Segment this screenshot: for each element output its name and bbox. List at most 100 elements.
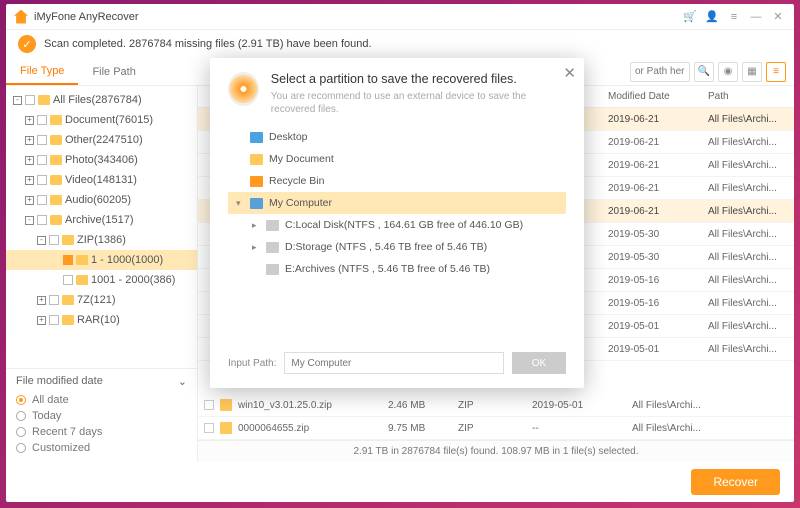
doc-icon — [250, 154, 263, 165]
location-item[interactable]: ▸D:Storage (NTFS , 5.46 TB free of 5.46 … — [228, 236, 566, 258]
chevron-down-icon[interactable]: ⌄ — [178, 375, 187, 388]
app-title: iMyFone AnyRecover — [34, 11, 139, 23]
home-icon[interactable] — [14, 10, 28, 24]
expand-toggle[interactable]: + — [25, 136, 34, 145]
tree-label: Video(148131) — [65, 174, 137, 186]
tab-file-type[interactable]: File Type — [6, 58, 78, 85]
scan-status-text: Scan completed. 2876784 missing files (2… — [44, 38, 372, 50]
radio-icon[interactable] — [16, 395, 26, 405]
list-view-icon[interactable]: ≡ — [766, 62, 786, 82]
checkbox[interactable] — [37, 195, 47, 205]
user-icon[interactable]: 👤 — [704, 9, 720, 25]
location-item[interactable]: E:Archives (NTFS , 5.46 TB free of 5.46 … — [228, 258, 566, 280]
tree-item[interactable]: 1 - 1000(1000) — [6, 250, 197, 270]
checkbox[interactable] — [49, 315, 59, 325]
checkbox[interactable] — [37, 175, 47, 185]
checkbox[interactable] — [37, 115, 47, 125]
desk-icon — [250, 132, 263, 143]
expand-toggle[interactable]: - — [37, 236, 46, 245]
radio-option[interactable]: All date — [16, 392, 187, 408]
radio-option[interactable]: Customized — [16, 440, 187, 456]
preview-icon[interactable]: ◉ — [718, 62, 738, 82]
table-row[interactable]: 0000064655.zip9.75 MBZIP--All Files\Arch… — [198, 417, 794, 440]
zip-icon — [220, 422, 232, 434]
cart-icon[interactable]: 🛒 — [682, 9, 698, 25]
tree-item[interactable]: + Photo(343406) — [6, 150, 197, 170]
expand-toggle[interactable]: - — [13, 96, 22, 105]
folder-icon — [62, 295, 74, 305]
location-item[interactable]: Recycle Bin — [228, 170, 566, 192]
checkbox[interactable] — [204, 423, 214, 433]
expand-toggle[interactable]: + — [37, 296, 46, 305]
menu-icon[interactable]: ≡ — [726, 9, 742, 25]
folder-icon — [62, 235, 74, 245]
location-item[interactable]: My Document — [228, 148, 566, 170]
expand-toggle[interactable]: + — [25, 196, 34, 205]
tree-label: Audio(60205) — [65, 194, 131, 206]
drive-icon — [266, 264, 279, 275]
check-icon: ✓ — [18, 35, 36, 53]
tree-item[interactable]: -ZIP(1386) — [6, 230, 197, 250]
location-list[interactable]: DesktopMy DocumentRecycle Bin▾My Compute… — [228, 126, 566, 344]
minimize-icon[interactable]: — — [748, 9, 764, 25]
input-path-label: Input Path: — [228, 358, 276, 369]
checkbox[interactable] — [49, 235, 59, 245]
col-path[interactable]: Path — [704, 91, 794, 102]
search-input[interactable] — [630, 62, 690, 82]
comp-icon — [250, 198, 263, 209]
tree-item[interactable]: + Video(148131) — [6, 170, 197, 190]
tree-item[interactable]: 1001 - 2000(386) — [6, 270, 197, 290]
search-icon[interactable]: 🔍 — [694, 62, 714, 82]
folder-icon — [50, 195, 62, 205]
tree-item[interactable]: + Audio(60205) — [6, 190, 197, 210]
titlebar: iMyFone AnyRecover 🛒 👤 ≡ — ✕ — [6, 4, 794, 30]
checkbox[interactable] — [37, 135, 47, 145]
expand-toggle[interactable]: + — [25, 176, 34, 185]
checkbox[interactable] — [63, 275, 73, 285]
folder-icon — [62, 315, 74, 325]
radio-option[interactable]: Recent 7 days — [16, 424, 187, 440]
filter-title: File modified date — [16, 375, 103, 388]
expand-toggle[interactable]: + — [25, 116, 34, 125]
folder-icon — [38, 95, 50, 105]
expand-toggle[interactable]: + — [37, 316, 46, 325]
file-tree[interactable]: -All Files(2876784)+Document(76015)+Othe… — [6, 86, 197, 368]
location-item[interactable]: ▾My Computer — [228, 192, 566, 214]
table-row[interactable]: win10_v3.01.25.0.zip2.46 MBZIP2019-05-01… — [198, 394, 794, 417]
recover-button[interactable]: Recover — [691, 469, 780, 495]
tree-item[interactable]: +RAR(10) — [6, 310, 197, 330]
checkbox[interactable] — [49, 295, 59, 305]
tree-label: Archive(1517) — [65, 214, 133, 226]
input-path-field[interactable] — [284, 352, 504, 374]
tree-item[interactable]: +Other(2247510) — [6, 130, 197, 150]
folder-icon — [50, 135, 62, 145]
sidebar: -All Files(2876784)+Document(76015)+Othe… — [6, 86, 198, 462]
tree-item[interactable]: - Archive(1517) — [6, 210, 197, 230]
radio-option[interactable]: Today — [16, 408, 187, 424]
disc-icon — [228, 72, 259, 106]
tree-item[interactable]: +7Z(121) — [6, 290, 197, 310]
checkbox[interactable] — [37, 215, 47, 225]
radio-icon[interactable] — [16, 427, 26, 437]
dialog-title: Select a partition to save the recovered… — [271, 72, 566, 86]
tree-item[interactable]: +Document(76015) — [6, 110, 197, 130]
checkbox[interactable] — [63, 255, 73, 265]
expand-toggle[interactable]: + — [25, 156, 34, 165]
checkbox[interactable] — [37, 155, 47, 165]
col-modified[interactable]: Modified Date — [604, 91, 704, 102]
radio-icon[interactable] — [16, 411, 26, 421]
close-window-icon[interactable]: ✕ — [770, 9, 786, 25]
radio-icon[interactable] — [16, 443, 26, 453]
location-item[interactable]: Desktop — [228, 126, 566, 148]
tree-item[interactable]: -All Files(2876784) — [6, 90, 197, 110]
grid-view-icon[interactable]: ▦ — [742, 62, 762, 82]
location-item[interactable]: ▸C:Local Disk(NTFS , 164.61 GB free of 4… — [228, 214, 566, 236]
dialog-close-icon[interactable]: ✕ — [563, 64, 576, 82]
tree-label: Photo(343406) — [65, 154, 138, 166]
ok-button[interactable]: OK — [512, 352, 566, 374]
checkbox[interactable] — [25, 95, 35, 105]
expand-toggle[interactable]: - — [25, 216, 34, 225]
dialog-subtitle: You are recommend to use an external dev… — [271, 90, 566, 116]
tab-file-path[interactable]: File Path — [78, 58, 149, 85]
checkbox[interactable] — [204, 400, 214, 410]
